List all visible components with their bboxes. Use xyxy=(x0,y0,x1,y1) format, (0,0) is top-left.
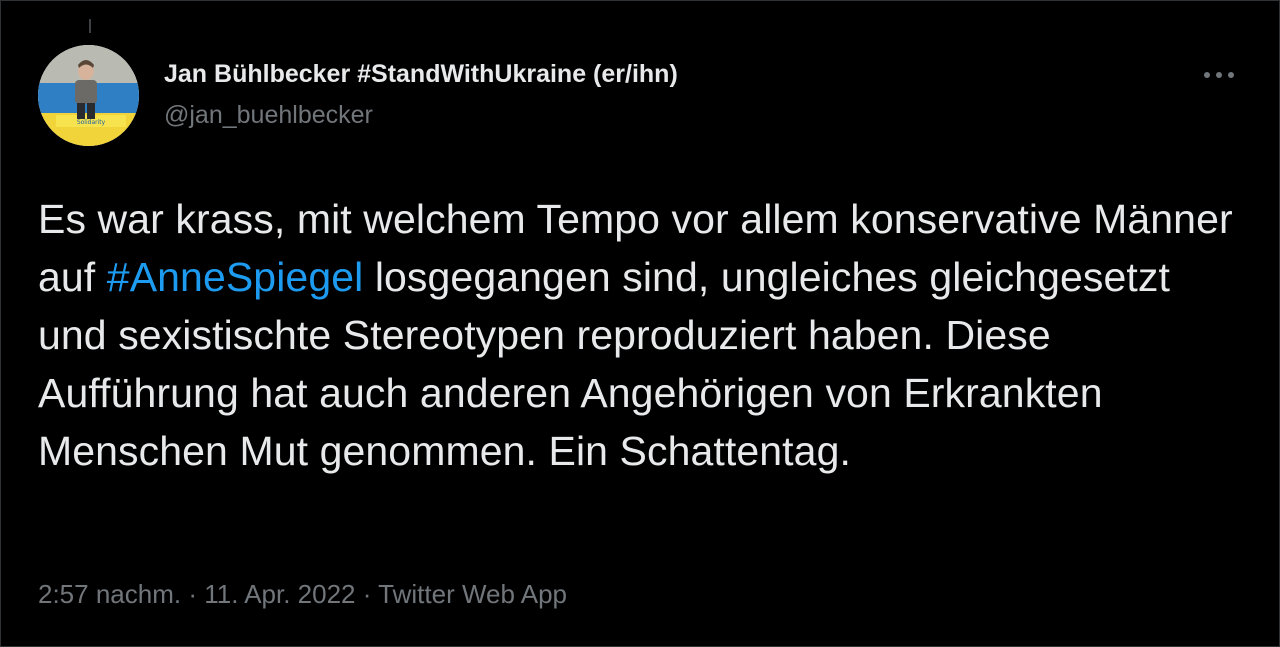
tweet-source-link[interactable]: Twitter Web App xyxy=(378,579,567,609)
meta-separator: · xyxy=(355,579,379,609)
avatar-photo: Solidarity xyxy=(38,45,139,146)
avatar[interactable]: Solidarity xyxy=(38,45,139,146)
author-handle[interactable]: @jan_buehlbecker xyxy=(164,100,678,130)
tweet-text: Es war krass, mit welchem Tempo vor alle… xyxy=(38,190,1248,480)
tweet-date-link[interactable]: 11. Apr. 2022 xyxy=(204,579,355,609)
tweet-card: Solidarity Jan Bühlbecker #StandWithUkra… xyxy=(0,0,1280,647)
avatar-banner-text: Solidarity xyxy=(77,119,106,126)
thread-connector-line xyxy=(89,19,91,33)
tweet-metadata: 2:57 nachm. · 11. Apr. 2022 · Twitter We… xyxy=(38,578,567,610)
meta-separator: · xyxy=(181,579,205,609)
author-block: Jan Bühlbecker #StandWithUkraine (er/ihn… xyxy=(164,59,678,130)
more-options-button[interactable] xyxy=(1197,57,1241,93)
author-display-name[interactable]: Jan Bühlbecker #StandWithUkraine (er/ihn… xyxy=(164,59,678,89)
hashtag-link[interactable]: #AnneSpiegel xyxy=(107,254,364,300)
ellipsis-icon xyxy=(1204,72,1234,78)
tweet-time-link[interactable]: 2:57 nachm. xyxy=(38,579,181,609)
